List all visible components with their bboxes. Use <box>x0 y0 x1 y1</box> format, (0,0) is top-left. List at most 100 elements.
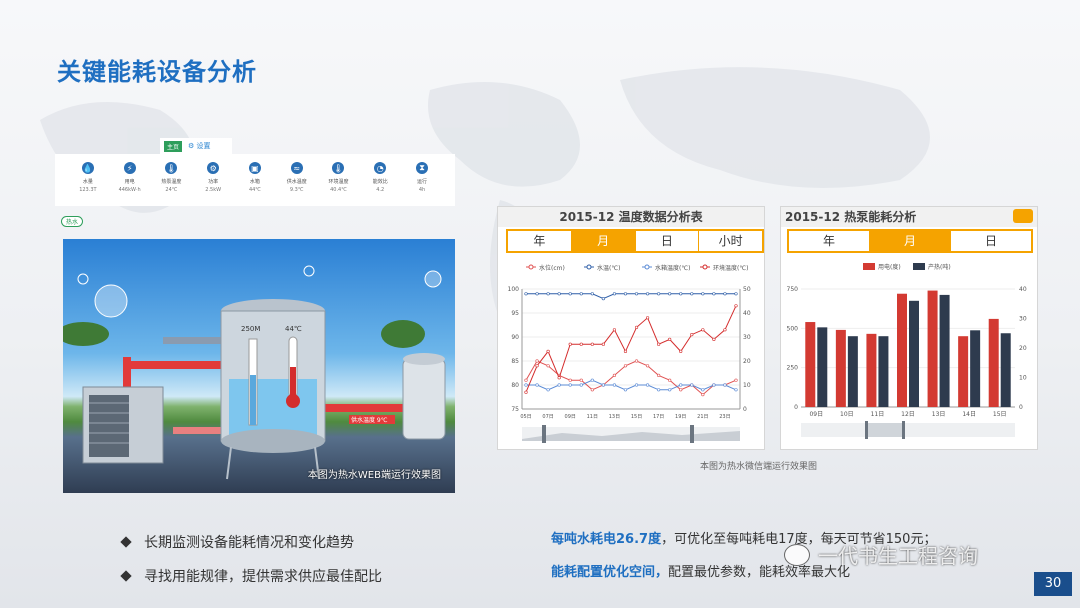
x-tick: 21日 <box>697 414 708 420</box>
bolt-icon: ⚡ <box>123 162 136 174</box>
data-point <box>601 296 605 301</box>
settings-tab[interactable]: ⚙ 设置 <box>188 141 211 151</box>
data-point <box>668 292 672 296</box>
x-tick: 10日 <box>840 411 854 418</box>
data-point <box>623 364 628 368</box>
data-point <box>568 342 572 346</box>
x-tick: 11日 <box>587 414 598 420</box>
data-point <box>690 292 694 296</box>
hourglass-icon: ⧗ <box>416 162 428 174</box>
range-handle-right[interactable] <box>902 421 905 439</box>
x-tick: 14日 <box>962 411 976 418</box>
y-tick-right: 40 <box>1019 286 1027 293</box>
data-point <box>690 383 694 387</box>
data-point <box>668 378 672 382</box>
temp-tab[interactable]: 日 <box>635 231 700 251</box>
bar <box>988 318 999 407</box>
y-tick-left: 0 <box>794 404 798 411</box>
energy-tab[interactable]: 日 <box>951 231 1031 251</box>
bar <box>866 333 877 407</box>
y-tick-left: 750 <box>787 286 799 293</box>
legend-label: 产热(吨) <box>928 263 951 271</box>
data-point <box>712 383 716 387</box>
temperature-chart-panel: 2015-12 温度数据分析表 年月日小时 水位(cm) 水温(℃) 水箱温度(℃)… <box>497 206 765 450</box>
bar <box>909 300 919 407</box>
tank-temp-label: 44℃ <box>285 325 302 333</box>
sensor-item: 🌡 热泵温度 24℃ <box>153 162 189 206</box>
data-point <box>524 390 528 394</box>
pipe-label: 供水温度 9℃ <box>351 416 388 424</box>
share-icon[interactable] <box>1013 209 1033 223</box>
tank-level-label: 250M <box>241 325 260 333</box>
legend-marker <box>644 264 650 270</box>
data-point <box>546 292 550 296</box>
data-point <box>568 292 572 296</box>
data-point <box>657 342 661 346</box>
legend-label: 用电(度) <box>878 263 901 271</box>
temperature-chart-title: 2015-12 温度数据分析表 <box>498 207 764 227</box>
data-point <box>657 373 661 377</box>
sensor-value: 24℃ <box>165 187 178 193</box>
sensor-value: 40.4℃ <box>330 187 347 193</box>
bar <box>939 294 950 407</box>
data-point <box>568 378 572 382</box>
y-tick-left: 100 <box>508 286 520 293</box>
note-highlight-2: 能耗配置优化空间， <box>551 565 669 580</box>
sensor-label: 用电 <box>124 179 135 185</box>
sensor-item: ◔ 能效比 4.2 <box>362 162 398 206</box>
bar <box>835 329 846 407</box>
temp-tab[interactable]: 月 <box>571 231 636 251</box>
home-tab[interactable]: 主页 <box>164 140 183 152</box>
data-point <box>668 388 672 392</box>
bar <box>1000 333 1011 407</box>
temp-tab[interactable]: 小时 <box>699 231 762 251</box>
data-point <box>690 332 694 337</box>
diamond-bullet-icon <box>120 570 132 582</box>
bar <box>878 336 889 407</box>
range-handle-right[interactable] <box>690 425 694 443</box>
energy-tab[interactable]: 月 <box>870 231 951 251</box>
sensor-item: 🌡 环境温度 40.4℃ <box>320 162 356 206</box>
y-tick-right: 20 <box>1019 345 1027 352</box>
system-illustration: 250M 44℃ 供水温度 9℃ 本图为热水WEB端运行效果图 <box>63 239 455 493</box>
sensor-value: 2.5kW <box>205 187 222 193</box>
data-point <box>579 292 583 296</box>
bar <box>805 322 816 407</box>
tank-icon: ▣ <box>248 162 261 174</box>
data-point <box>535 292 539 296</box>
data-point <box>623 292 628 296</box>
bullet-item: 长期监测设备能耗情况和变化趋势 <box>120 525 382 559</box>
data-point <box>701 393 705 397</box>
temp-tab[interactable]: 年 <box>508 231 572 251</box>
range-window[interactable] <box>865 423 905 437</box>
y-tick-left: 250 <box>787 365 799 372</box>
data-point <box>634 383 639 387</box>
app-tab-bar: 主页 ⚙ 设置 <box>160 138 232 154</box>
thermometer-icon: 🌡 <box>165 162 178 174</box>
y-tick-right: 50 <box>743 286 751 293</box>
data-point <box>535 359 539 363</box>
legend-marker <box>702 264 708 270</box>
data-point <box>579 342 583 346</box>
data-point <box>645 364 650 368</box>
x-tick: 13日 <box>609 414 620 420</box>
bullet-text: 长期监测设备能耗情况和变化趋势 <box>144 535 354 551</box>
data-point <box>535 383 539 387</box>
diamond-bullet-icon <box>120 536 132 548</box>
data-point <box>557 292 561 296</box>
sensor-label: 热泵温度 <box>161 179 182 185</box>
slide-title: 关键能耗设备分析 <box>57 58 257 86</box>
sensor-item: ▣ 水箱 44℃ <box>237 162 273 206</box>
data-point <box>590 388 594 392</box>
range-handle-left[interactable] <box>542 425 546 443</box>
bar <box>817 327 828 407</box>
range-handle-left[interactable] <box>865 421 868 439</box>
data-point <box>734 292 738 296</box>
data-point <box>734 388 738 392</box>
y-tick-right: 0 <box>743 406 747 413</box>
energy-tab[interactable]: 年 <box>789 231 870 251</box>
data-point <box>612 383 617 387</box>
left-caption: 本图为热水WEB端运行效果图 <box>307 470 441 481</box>
legend-swatch <box>863 263 875 270</box>
legend-label: 水箱温度(℃) <box>655 264 690 272</box>
